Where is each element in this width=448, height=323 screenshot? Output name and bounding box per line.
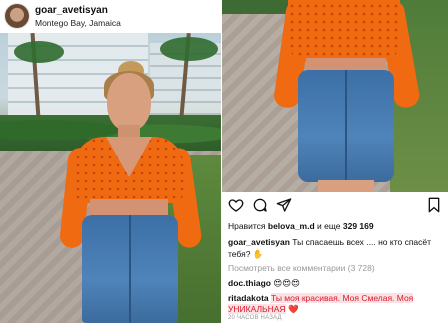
palm-leaves [160, 37, 218, 61]
likes-user[interactable]: belova_m.d [268, 221, 315, 231]
post-username[interactable]: goar_avetisyan [35, 5, 108, 16]
comment-item: ritadakota Ты моя красивая. Моя Смелая. … [228, 293, 442, 315]
post-photo[interactable] [0, 33, 222, 323]
instagram-collage: goar_avetisyan Montego Bay, Jamaica Нрав… [0, 0, 448, 323]
likes-prefix: Нравится [228, 221, 266, 231]
caption: goar_avetisyan Ты спасаешь всех .... но … [228, 236, 440, 260]
hand-emoji: ✋ [252, 249, 264, 259]
legs [318, 180, 374, 192]
palm-leaves [14, 41, 64, 63]
orange-top [288, 0, 400, 62]
denim-skirt [82, 215, 178, 323]
woman-face [107, 73, 151, 131]
post-header: goar_avetisyan Montego Bay, Jamaica [0, 0, 222, 33]
profile-avatar[interactable] [5, 4, 29, 28]
post-photo-cropped[interactable] [222, 0, 448, 192]
comment-item: doc.thiago 😍😍😍 [228, 278, 442, 289]
share-icon[interactable] [276, 197, 292, 213]
heart-emoji: ❤️ [287, 304, 299, 314]
view-all-comments-link[interactable]: Посмотреть все комментарии (3 728) [228, 263, 375, 273]
likes-line: Нравится belova_m.d и еще 329 169 [228, 221, 444, 231]
heart-icon[interactable] [228, 197, 244, 213]
comment-username[interactable]: doc.thiago [228, 278, 271, 288]
likes-middle: и еще [317, 221, 341, 231]
post-location[interactable]: Montego Bay, Jamaica [35, 18, 121, 28]
right-post: Нравится belova_m.d и еще 329 169 goar_a… [222, 0, 448, 323]
comment-username[interactable]: ritadakota [228, 293, 269, 303]
caption-username[interactable]: goar_avetisyan [228, 237, 290, 247]
left-post: goar_avetisyan Montego Bay, Jamaica [0, 0, 222, 323]
post-timestamp: 20 ЧАСОВ НАЗАД [228, 315, 282, 321]
bookmark-icon[interactable] [426, 197, 442, 213]
likes-count[interactable]: 329 169 [343, 221, 374, 231]
denim-skirt [298, 70, 394, 182]
action-bar [222, 194, 448, 216]
comment-icon[interactable] [252, 197, 268, 213]
comment-text: 😍😍😍 [273, 278, 300, 288]
